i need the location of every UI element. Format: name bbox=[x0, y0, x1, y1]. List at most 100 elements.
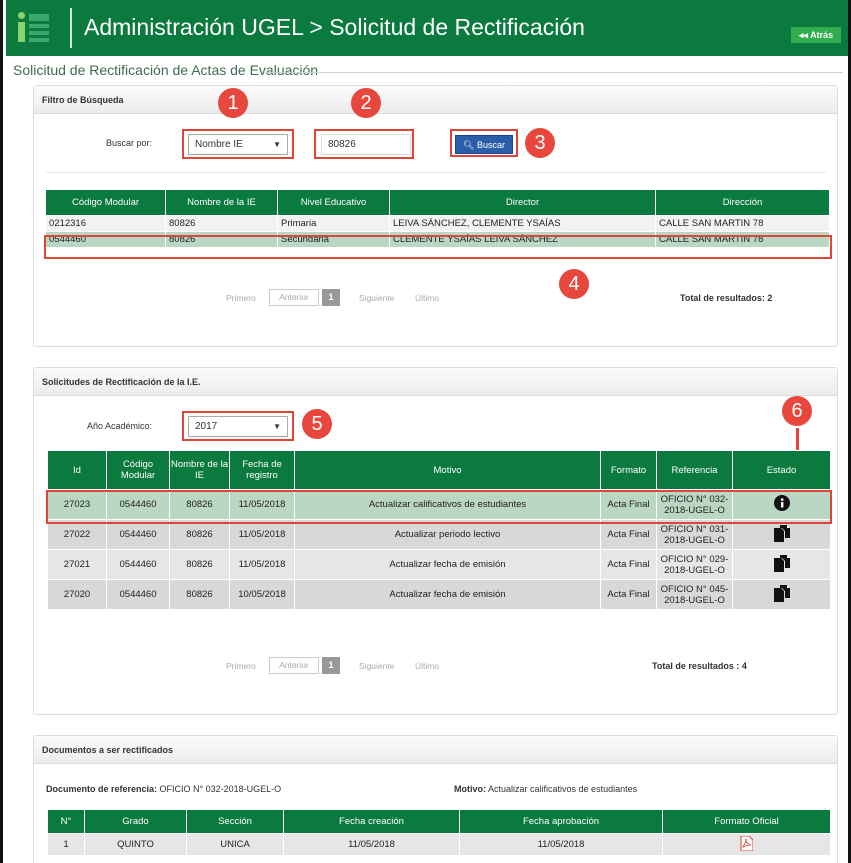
col-direccion: Dirección bbox=[655, 189, 830, 216]
cell: Acta Final bbox=[600, 549, 657, 580]
col-codigo: Código Modular bbox=[106, 450, 170, 490]
highlight-box-6 bbox=[46, 490, 832, 524]
table-row[interactable]: 27020 0544460 80826 10/05/2018 Actualizar fe… bbox=[47, 579, 831, 610]
cell: 80826 bbox=[169, 549, 230, 580]
callout-badge-1: 1 bbox=[218, 88, 248, 118]
col-fecha-aprobacion: Fecha aprobación bbox=[459, 809, 663, 834]
col-nombre: Nombre de la IE bbox=[165, 189, 278, 216]
col-fecha-creacion: Fecha creación bbox=[283, 809, 460, 834]
header-divider bbox=[70, 8, 72, 48]
col-director: Director bbox=[389, 189, 656, 216]
table-row[interactable]: 27021 0544460 80826 11/05/2018 Actualizar fe… bbox=[47, 549, 831, 580]
pagination-page-1[interactable]: 1 bbox=[322, 289, 340, 306]
motive-value: Actualizar calificativos de estudiantes bbox=[488, 784, 638, 794]
col-seccion: Sección bbox=[186, 809, 284, 834]
logo-icon bbox=[14, 10, 56, 46]
cell: 27022 bbox=[47, 519, 107, 550]
col-grado: Grado bbox=[84, 809, 187, 834]
cell: 80826 bbox=[169, 519, 230, 550]
cell: 1 bbox=[47, 833, 85, 856]
reference-label: Documento de referencia: bbox=[46, 784, 158, 794]
col-fecha: Fecha de registro bbox=[229, 450, 295, 490]
documents-icon[interactable] bbox=[773, 524, 791, 542]
documents-icon[interactable] bbox=[773, 554, 791, 572]
requests-table: Id Código Modular Nombre de la IE Fecha … bbox=[47, 450, 831, 610]
cell: 80826 bbox=[169, 579, 230, 610]
highlight-box-1 bbox=[182, 129, 294, 159]
cell: QUINTO bbox=[84, 833, 187, 856]
highlight-box-2 bbox=[314, 129, 414, 159]
cell: Actualizar fecha de emisión bbox=[294, 579, 601, 610]
pagination-prev[interactable]: Anterior bbox=[269, 657, 319, 674]
cell: OFICIO N° 031-2018-UGEL-O bbox=[656, 519, 733, 550]
cell: LEIVA SÁNCHEZ, CLEMENTE YSAÍAS bbox=[389, 215, 656, 232]
pagination-last[interactable]: Último bbox=[415, 661, 439, 671]
pagination-first[interactable]: Primero bbox=[226, 293, 256, 303]
table-row[interactable]: 1 QUINTO UNICA 11/05/2018 11/05/2018 bbox=[47, 833, 831, 856]
highlight-box-5 bbox=[182, 411, 294, 441]
table-row[interactable]: 27022 0544460 80826 11/05/2018 Actualizar pe… bbox=[47, 519, 831, 550]
estado-cell bbox=[732, 519, 831, 550]
pdf-icon[interactable] bbox=[740, 835, 754, 851]
pagination-prev[interactable]: Anterior bbox=[269, 289, 319, 306]
table-row[interactable]: 0212316 80826 Primaria LEIVA SÁNCHEZ, CL… bbox=[45, 215, 830, 232]
pagination-next[interactable]: Siguiente bbox=[359, 661, 394, 671]
cell: 80826 bbox=[165, 215, 278, 232]
pagination-last[interactable]: Último bbox=[415, 293, 439, 303]
motive-info: Motivo: Actualizar calificativos de estu… bbox=[454, 784, 637, 794]
col-nivel: Nivel Educativo bbox=[277, 189, 390, 216]
callout-badge-5: 5 bbox=[302, 409, 332, 439]
callout-badge-4: 4 bbox=[559, 269, 589, 299]
cell: 27021 bbox=[47, 549, 107, 580]
search-button-label: Buscar bbox=[476, 140, 505, 150]
cell: 11/05/2018 bbox=[229, 549, 295, 580]
motive-label: Motivo: bbox=[454, 784, 486, 794]
pagination-next[interactable]: Siguiente bbox=[359, 293, 394, 303]
col-n: N° bbox=[47, 809, 85, 834]
cell: 0544460 bbox=[106, 549, 170, 580]
search-by-label: Buscar por: bbox=[106, 138, 153, 148]
page-title: Solicitud de Rectificación de Actas de E… bbox=[13, 62, 319, 78]
col-estado: Estado bbox=[732, 450, 831, 490]
filter-heading: Filtro de Búsqueda bbox=[34, 86, 837, 114]
cell: 11/05/2018 bbox=[459, 833, 663, 856]
pagination-page-1[interactable]: 1 bbox=[322, 657, 340, 674]
highlight-box-4 bbox=[44, 235, 832, 259]
cell: Primaria bbox=[277, 215, 390, 232]
cell: Actualizar periodo lectivo bbox=[294, 519, 601, 550]
total-results: Total de resultados: 2 bbox=[680, 293, 773, 303]
divider bbox=[46, 172, 826, 173]
col-nombre: Nombre de la IE bbox=[169, 450, 230, 490]
cell: 0212316 bbox=[45, 215, 166, 232]
cell: 10/05/2018 bbox=[229, 579, 295, 610]
estado-cell bbox=[732, 549, 831, 580]
back-button[interactable]: ◂◂ Atrás bbox=[791, 27, 841, 43]
pagination-first[interactable]: Primero bbox=[226, 661, 256, 671]
estado-cell bbox=[732, 579, 831, 610]
documents-panel: Documentos a ser rectificados Documento … bbox=[33, 735, 838, 863]
cell: Acta Final bbox=[600, 519, 657, 550]
col-formato-oficial: Formato Oficial bbox=[662, 809, 831, 834]
cell bbox=[662, 833, 831, 856]
app-frame: Administración UGEL > Solicitud de Recti… bbox=[0, 0, 851, 863]
cell: CALLE SAN MARTIN 78 bbox=[655, 215, 830, 232]
documents-icon[interactable] bbox=[773, 584, 791, 602]
cell: Acta Final bbox=[600, 579, 657, 610]
search-button[interactable]: 🔍︎ Buscar bbox=[455, 135, 513, 154]
cell: OFICIO N° 029-2018-UGEL-O bbox=[656, 549, 733, 580]
col-referencia: Referencia bbox=[656, 450, 733, 490]
cell: UNICA bbox=[186, 833, 284, 856]
cell: 0544460 bbox=[106, 579, 170, 610]
reference-value: OFICIO N° 032-2018-UGEL-O bbox=[159, 784, 282, 794]
cell: 11/05/2018 bbox=[229, 519, 295, 550]
cell: 0544460 bbox=[106, 519, 170, 550]
cell: Actualizar fecha de emisión bbox=[294, 549, 601, 580]
col-formato: Formato bbox=[600, 450, 657, 490]
cell: OFICIO N° 045-2018-UGEL-O bbox=[656, 579, 733, 610]
cell: 11/05/2018 bbox=[283, 833, 460, 856]
requests-heading: Solicitudes de Rectificación de la I.E. bbox=[34, 368, 837, 396]
col-id: Id bbox=[47, 450, 107, 490]
requests-panel: Solicitudes de Rectificación de la I.E. … bbox=[33, 367, 838, 715]
filter-panel: Filtro de Búsqueda Buscar por: Nombre IE… bbox=[33, 85, 838, 347]
callout-badge-6: 6 bbox=[782, 396, 812, 426]
